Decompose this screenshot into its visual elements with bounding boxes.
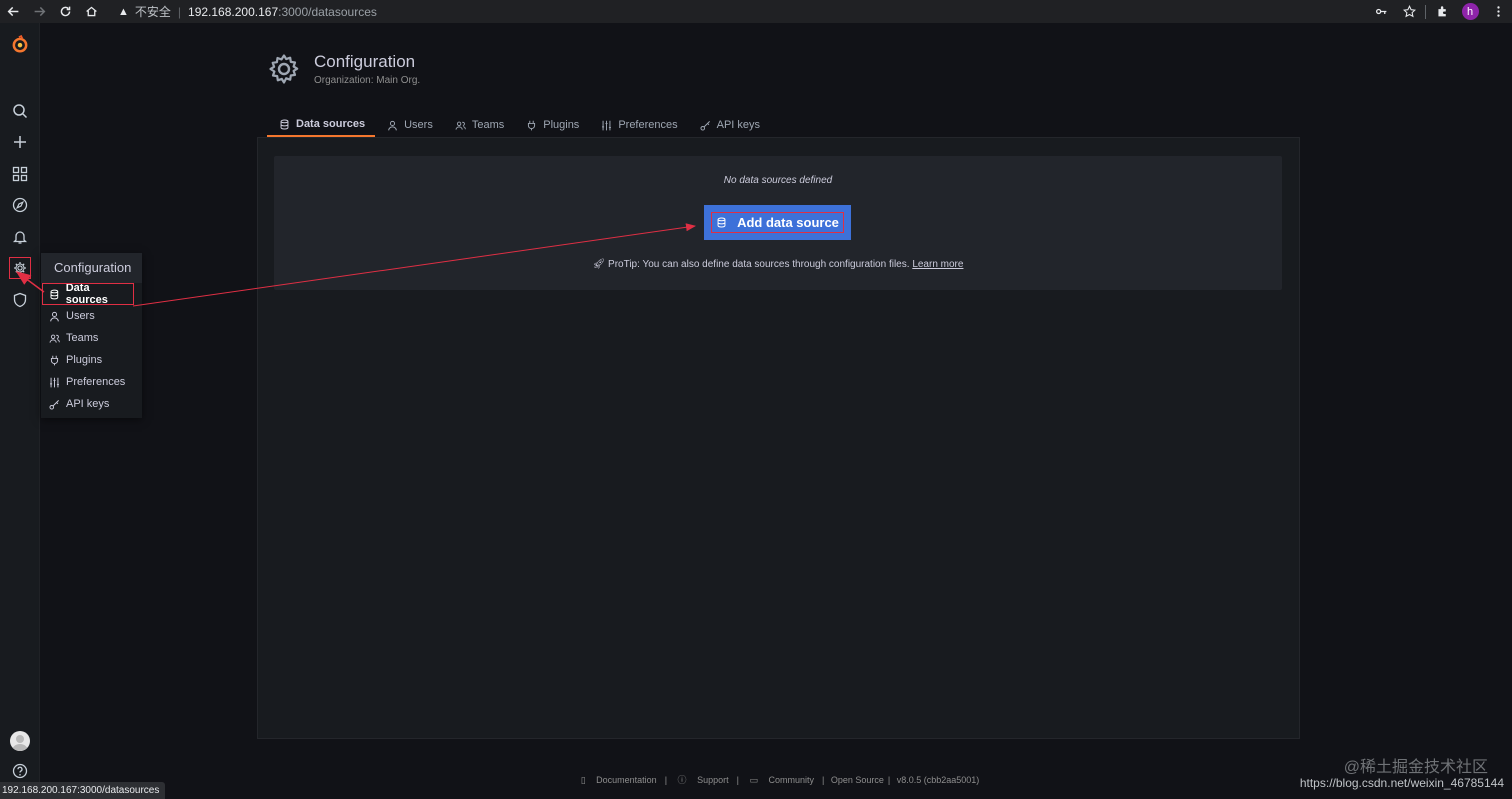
gear-icon-highlight (9, 257, 31, 279)
security-label: 不安全 (134, 5, 171, 19)
empty-message: No data sources defined (723, 175, 833, 186)
tab-label: API keys (716, 119, 761, 131)
footer-documentation-link[interactable]: ▯ Documentation (577, 775, 661, 785)
explore-icon[interactable] (0, 190, 40, 220)
browser-toolbar: ▲ 不安全 | 192.168.200.167:3000/datasources… (0, 0, 1512, 23)
menu-item-label: Teams (66, 332, 99, 344)
document-icon: ▯ (580, 775, 586, 785)
alerting-icon[interactable] (0, 222, 40, 252)
plug-icon (50, 355, 59, 365)
config-tabs: Data sources Users Teams Plugins Prefere… (267, 113, 770, 137)
tab-label: Users (404, 119, 433, 131)
key-icon (700, 120, 710, 131)
star-icon[interactable] (1395, 0, 1423, 23)
url-path: :3000/datasources (278, 4, 377, 19)
menu-item-users[interactable]: Users (41, 305, 142, 327)
reload-icon[interactable] (52, 0, 78, 23)
search-icon[interactable] (0, 96, 40, 126)
extensions-icon[interactable] (1428, 0, 1456, 23)
forward-icon[interactable] (26, 0, 52, 23)
tab-plugins[interactable]: Plugins (514, 113, 589, 137)
learn-more-link[interactable]: Learn more (912, 259, 963, 270)
footer: ▯ Documentation | ⓘ Support | ▭ Community |… (0, 773, 1512, 786)
menu-item-plugins[interactable]: Plugins (41, 349, 142, 371)
back-icon[interactable] (0, 0, 26, 23)
rocket-icon: 🚀︎ (592, 259, 606, 270)
question-circle-icon: ⓘ (677, 775, 687, 785)
footer-community-label: Community (768, 775, 814, 785)
profile-avatar[interactable]: h (1456, 0, 1484, 23)
home-icon[interactable] (78, 0, 104, 23)
empty-list-cta: No data sources defined Add data source … (274, 156, 1282, 290)
dashboards-icon[interactable] (0, 159, 40, 189)
plus-icon[interactable] (0, 127, 40, 157)
add-data-source-label: Add data source (737, 215, 839, 230)
key-icon[interactable] (1367, 0, 1395, 23)
tab-preferences[interactable]: Preferences (589, 113, 687, 137)
footer-community-link[interactable]: ▭ Community (745, 775, 818, 785)
configuration-menu: Configuration Data sources Users Teams P… (41, 253, 142, 418)
footer-support-label: Support (697, 775, 729, 785)
key-icon (49, 399, 59, 410)
users-icon (455, 121, 466, 130)
add-data-source-button[interactable]: Add data source (704, 205, 851, 240)
sliders-icon (50, 377, 59, 387)
avatar[interactable] (10, 731, 30, 751)
menu-item-label: Data sources (65, 282, 108, 306)
menu-item-label: API keys (66, 398, 110, 410)
menu-item-data-sources[interactable]: Data sources (42, 282, 134, 306)
tab-label: Preferences (618, 119, 678, 131)
comments-icon: ▭ (749, 775, 758, 785)
page-title: Configuration (314, 52, 416, 71)
footer-open-source-link[interactable]: Open Source (831, 775, 884, 785)
grafana-logo-icon[interactable] (0, 29, 40, 59)
more-menu-icon[interactable] (1484, 0, 1512, 23)
page-header: Configuration Organization: Main Org. (268, 52, 420, 86)
gear-icon[interactable] (0, 253, 40, 283)
address-bar[interactable]: ▲ 不安全 | 192.168.200.167:3000/datasources (110, 1, 1370, 22)
address-divider: | (177, 4, 182, 19)
tab-label: Plugins (543, 119, 580, 131)
protip-text: ProTip: You can also define data sources… (608, 259, 910, 270)
watermark-csdn: https://blog.csdn.net/weixin_46785144 (1299, 776, 1504, 790)
link-status-bar: 192.168.200.167:3000/datasources (0, 782, 166, 799)
footer-documentation-label: Documentation (596, 775, 657, 785)
protip: 🚀︎ ProTip: You can also define data sour… (274, 259, 1282, 270)
database-icon (717, 217, 726, 228)
users-icon (49, 334, 60, 343)
menu-item-label: Plugins (66, 354, 103, 366)
configuration-menu-header[interactable]: Configuration (41, 253, 142, 283)
tab-api-keys[interactable]: API keys (688, 113, 770, 137)
tab-teams[interactable]: Teams (443, 113, 514, 137)
plug-icon (528, 120, 536, 130)
footer-version: v8.0.5 (cbb2aa5001) (896, 775, 980, 785)
watermark-juejin: @稀土掘金技术社区 (1343, 759, 1488, 776)
database-icon (50, 289, 59, 299)
database-icon (280, 119, 289, 129)
sidemenu (0, 23, 40, 799)
menu-item-label: Users (66, 310, 95, 322)
menu-item-preferences[interactable]: Preferences (41, 371, 142, 393)
configuration-gear-icon (269, 54, 299, 84)
tab-data-sources[interactable]: Data sources (267, 113, 376, 137)
menu-item-api-keys[interactable]: API keys (41, 393, 142, 415)
profile-initial: h (1461, 3, 1479, 20)
tab-label: Data sources (296, 118, 366, 130)
tab-users[interactable]: Users (375, 113, 443, 137)
tab-label: Teams (471, 119, 505, 131)
user-icon (388, 120, 397, 130)
footer-support-link[interactable]: ⓘ Support (674, 775, 733, 785)
page-subtitle: Organization: Main Org. (314, 75, 421, 86)
sliders-icon (602, 120, 612, 130)
shield-icon[interactable] (0, 285, 40, 315)
menu-item-label: Preferences (66, 376, 126, 388)
url-host: 192.168.200.167 (188, 4, 279, 19)
menu-item-teams[interactable]: Teams (41, 327, 142, 349)
warning-icon: ▲ (118, 5, 129, 18)
user-icon (50, 311, 59, 321)
